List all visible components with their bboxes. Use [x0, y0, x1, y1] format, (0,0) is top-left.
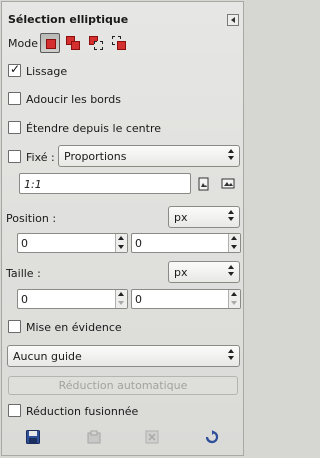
ratio-entry[interactable]: 1:1 — [19, 173, 191, 194]
mode-subtract-icon[interactable] — [86, 33, 106, 53]
size-unit-select[interactable]: px — [168, 261, 240, 283]
ratio-value: 1:1 — [24, 178, 42, 191]
fixed-mode-select[interactable]: Proportions — [58, 145, 240, 167]
updown-arrow-icon — [228, 149, 235, 161]
position-y-value: 0 — [135, 237, 142, 250]
position-unit-value: px — [174, 211, 188, 224]
size-width-input[interactable]: 0 — [17, 289, 128, 309]
spin-buttons[interactable] — [115, 234, 127, 252]
position-x-value: 0 — [21, 237, 28, 250]
restore-icon[interactable] — [87, 430, 101, 444]
antialias-label: Lissage — [26, 65, 68, 78]
size-label: Taille : — [6, 267, 41, 280]
position-unit-select[interactable]: px — [168, 206, 240, 228]
spin-buttons[interactable] — [228, 234, 240, 252]
updown-arrow-icon — [228, 265, 235, 277]
size-unit-value: px — [174, 266, 188, 279]
size-height-input[interactable]: 0 — [131, 289, 241, 309]
feather-label: Adoucir les bords — [26, 93, 121, 106]
updown-arrow-icon — [228, 210, 235, 222]
position-y-input[interactable]: 0 — [131, 233, 241, 253]
panel-title: Sélection elliptique — [8, 13, 129, 26]
antialias-checkbox[interactable] — [8, 62, 21, 77]
tab-menu-left-arrow-icon[interactable] — [227, 14, 239, 26]
fixed-checkbox[interactable] — [8, 150, 21, 163]
spin-buttons[interactable] — [115, 290, 127, 308]
shrink-merged-checkbox[interactable] — [8, 404, 21, 417]
position-x-input[interactable]: 0 — [17, 233, 128, 253]
portrait-icon[interactable] — [198, 177, 209, 191]
landscape-icon[interactable] — [221, 178, 235, 189]
updown-arrow-icon — [228, 349, 235, 361]
position-label: Position : — [6, 212, 57, 225]
shrink-merged-label: Réduction fusionnée — [26, 405, 139, 418]
save-icon[interactable] — [26, 430, 40, 444]
spin-buttons[interactable] — [228, 290, 240, 308]
auto-shrink-button[interactable]: Réduction automatique — [8, 376, 238, 395]
highlight-checkbox[interactable] — [8, 320, 21, 333]
delete-icon[interactable] — [145, 430, 159, 444]
expand-center-checkbox[interactable] — [8, 121, 21, 134]
guides-value: Aucun guide — [13, 350, 82, 363]
highlight-label: Mise en évidence — [26, 321, 122, 334]
mode-replace-icon[interactable] — [40, 33, 60, 53]
mode-intersect-icon[interactable] — [109, 33, 129, 53]
fixed-label: Fixé : — [26, 151, 55, 164]
tool-options-panel: Sélection elliptique Mode : Lissage Adou… — [1, 1, 244, 456]
expand-center-label: Étendre depuis le centre — [26, 122, 161, 135]
guides-select[interactable]: Aucun guide — [7, 345, 240, 367]
feather-checkbox[interactable] — [8, 92, 21, 105]
mode-add-icon[interactable] — [63, 33, 83, 53]
size-width-value: 0 — [21, 293, 28, 306]
size-height-value: 0 — [135, 293, 142, 306]
reset-icon[interactable] — [205, 430, 219, 444]
fixed-mode-value: Proportions — [64, 150, 127, 163]
